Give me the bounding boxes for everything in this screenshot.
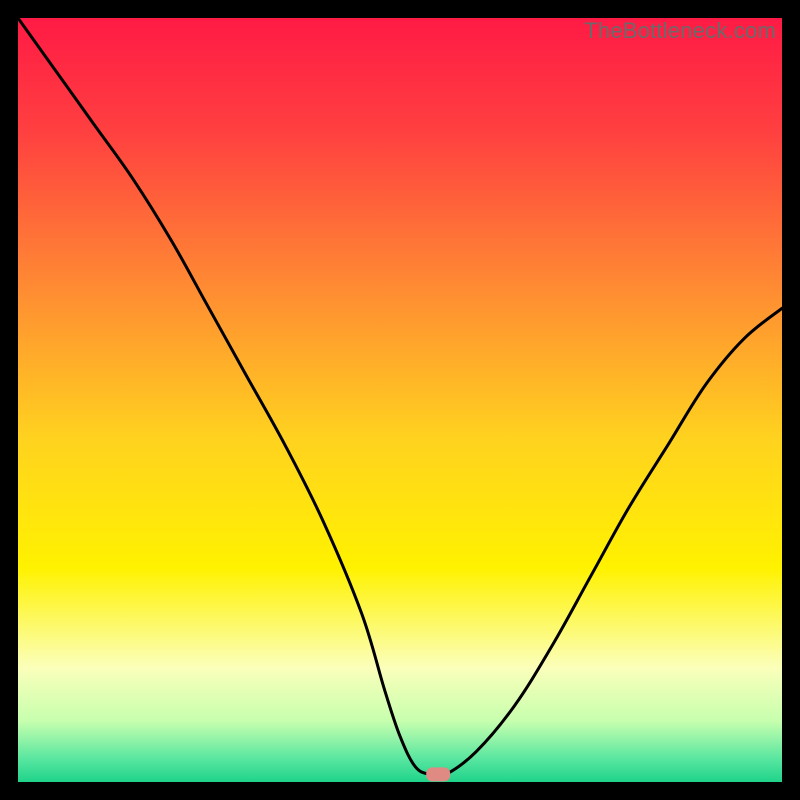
chart-frame: TheBottleneck.com <box>0 0 800 800</box>
chart-plot-area: TheBottleneck.com <box>18 18 782 782</box>
optimal-marker <box>426 767 450 781</box>
watermark-text: TheBottleneck.com <box>584 18 776 44</box>
gradient-background <box>18 18 782 782</box>
chart-svg <box>18 18 782 782</box>
